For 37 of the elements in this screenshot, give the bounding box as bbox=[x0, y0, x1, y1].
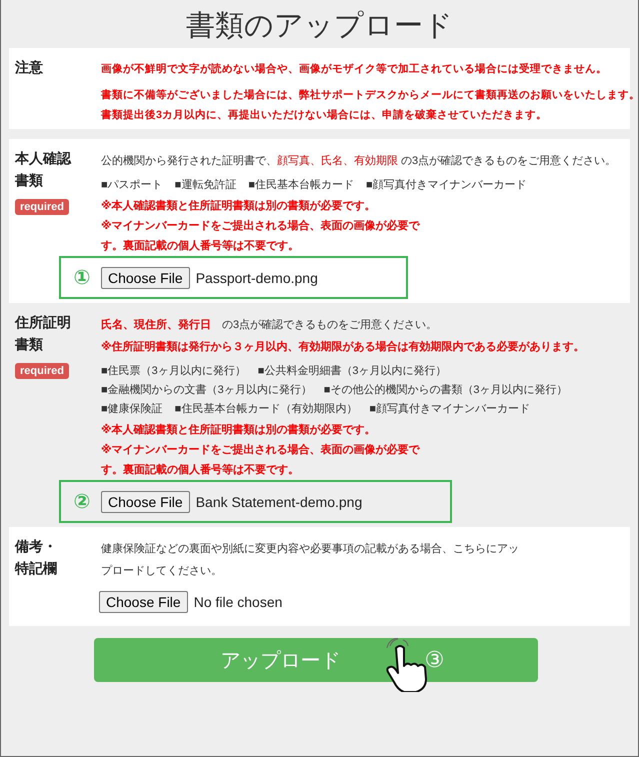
instruction-text: 健康保険証などの裏面や別紙に変更内容や必要事項の記載がある場合、こちらにアップロードしてください。 bbox=[101, 542, 520, 579]
step-number: ① bbox=[72, 266, 92, 290]
choose-file-button[interactable]: Choose File bbox=[99, 591, 188, 613]
file-name: Bank Statement-demo.png bbox=[196, 494, 362, 510]
document-type: ■その他公的機関からの書類（3ヶ月以内に発行） bbox=[324, 383, 568, 398]
notice-text: 書類に不備等がございました場合には、弊社サポートデスクからメールにて書類再送のお願いをいたします。 bbox=[101, 88, 638, 103]
document-type: ■顔写真付きマイナンバーカード bbox=[366, 178, 527, 193]
document-type: ■住民基本台帳カード（有効期限内） bbox=[174, 402, 358, 417]
document-type: ■運転免許証 bbox=[174, 178, 236, 193]
choose-file-button[interactable]: Choose File bbox=[101, 266, 190, 288]
condition-text: ※住所証明書類は発行から３ヶ月以内、有効期限がある場合は有効期限内である必要があります。 bbox=[101, 340, 586, 355]
file-name: Passport-demo.png bbox=[196, 270, 318, 286]
document-type: ■公共料金明細書（3ヶ月以内に発行） bbox=[258, 364, 447, 379]
section-label: 注意 bbox=[15, 58, 44, 77]
step-number: ② bbox=[72, 490, 92, 514]
section-label: 住所証明書類 bbox=[15, 313, 71, 354]
document-type: ■金融機関からの文書（3ヶ月以内に発行） bbox=[101, 382, 312, 398]
document-type: ■住民票（3ヶ月以内に発行） bbox=[101, 364, 246, 379]
warning-text: ※本人確認書類と住所証明書類は別の書類が必要です。 bbox=[101, 198, 377, 214]
document-type: ■健康保険証 bbox=[101, 402, 163, 417]
page-title: 書類のアップロード bbox=[185, 9, 454, 44]
warning-text: ※本人確認書類と住所証明書類は別の書類が必要です。 bbox=[101, 422, 377, 438]
section-label: 備考・特記欄 bbox=[15, 537, 57, 578]
instruction-text: 氏名、現住所、発行日 の3点が確認できるものをご用意ください。 bbox=[101, 318, 438, 333]
required-badge: required bbox=[15, 199, 70, 215]
instruction-text: 公的機関から発行された証明書で、顔写真、氏名、有効期限 の3点が確認できるものをご用意ください。 bbox=[101, 154, 618, 169]
notice-text: 書類提出後3カ月以内に、再提出いただけない場合には、申請を破棄させていただきます。 bbox=[101, 108, 548, 123]
warning-text: ※マイナンバーカードをご提出される場合、表面の画像が必要です。裏面記載の個人番号等は不要です。 bbox=[101, 442, 421, 478]
document-type: ■住民基本台帳カード bbox=[248, 178, 354, 193]
document-type: ■顔写真付きマイナンバーカード bbox=[369, 402, 530, 417]
choose-file-button[interactable]: Choose File bbox=[101, 490, 190, 512]
section-label: 本人確認書類 bbox=[15, 149, 71, 190]
file-name: No file chosen bbox=[194, 594, 282, 610]
notice-text: 画像が不鮮明で文字が読めない場合や、画像がモザイク等で加工されている場合には受理できません。 bbox=[101, 62, 608, 77]
required-badge: required bbox=[15, 363, 70, 379]
warning-text: ※マイナンバーカードをご提出される場合、表面の画像が必要です。裏面記載の個人番号等は不要です。 bbox=[101, 218, 421, 254]
document-type: ■パスポート bbox=[101, 178, 163, 193]
